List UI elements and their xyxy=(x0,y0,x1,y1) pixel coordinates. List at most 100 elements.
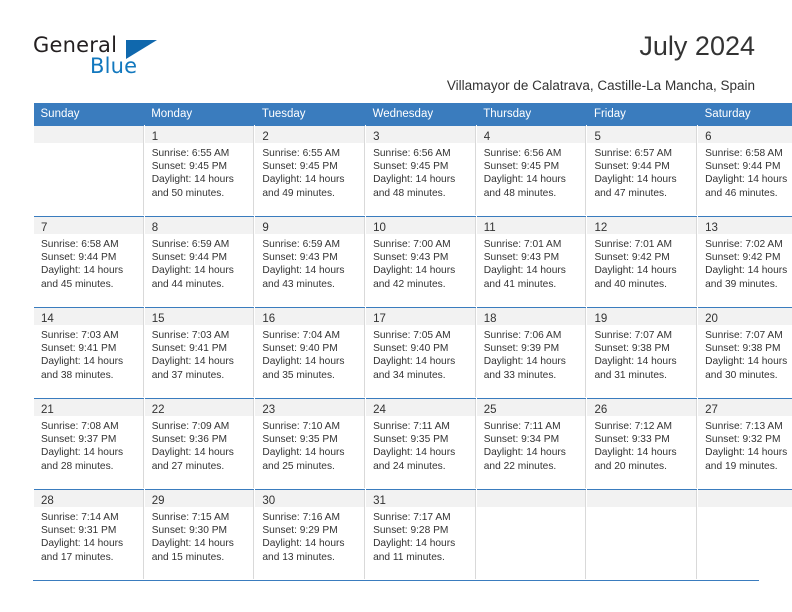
calendar-day-cell[interactable]: 10 Sunrise: 7:00 AM Sunset: 9:43 PM Dayligh… xyxy=(365,216,477,308)
day-detail-lines: Sunrise: 7:04 AM Sunset: 9:40 PM Daylight:… xyxy=(255,325,366,397)
calendar-day-cell[interactable]: 3 Sunrise: 6:56 AM Sunset: 9:45 PM Daylight… xyxy=(365,125,477,217)
calendar-day-cell[interactable]: 6 Sunrise: 6:58 AM Sunset: 9:44 PM Daylight… xyxy=(697,125,792,217)
weekday-header-tuesday: Tuesday xyxy=(254,103,366,126)
calendar-day-cell[interactable]: 25 Sunrise: 7:11 AM Sunset: 9:34 PM Dayligh… xyxy=(475,398,588,490)
calendar-day-cell[interactable]: 19 Sunrise: 7:07 AM Sunset: 9:38 PM Dayligh… xyxy=(586,307,699,399)
daylight-text: and 41 minutes. xyxy=(483,278,557,290)
day-number-band: 10 xyxy=(366,217,476,234)
calendar-day-cell[interactable]: 22 Sunrise: 7:09 AM Sunset: 9:36 PM Dayligh… xyxy=(143,398,256,490)
day-number-band: 26 xyxy=(587,399,698,416)
day-number: 20 xyxy=(705,313,718,325)
day-number: 15 xyxy=(151,313,165,325)
sunrise-text: Sunrise: 6:59 AM xyxy=(262,239,340,250)
day-number: 16 xyxy=(262,313,276,325)
day-number-band: 16 xyxy=(255,308,366,325)
sunset-text: Sunset: 9:38 PM xyxy=(705,343,781,355)
calendar-bottom-border xyxy=(33,580,759,581)
calendar-day-cell[interactable]: 21 Sunrise: 7:08 AM Sunset: 9:37 PM Dayligh… xyxy=(33,398,145,490)
sunrise-text: Sunrise: 7:11 AM xyxy=(373,421,450,432)
day-number-band: 9 xyxy=(255,217,366,234)
calendar-day-cell[interactable]: 17 Sunrise: 7:05 AM Sunset: 9:40 PM Dayligh… xyxy=(365,307,477,399)
daylight-text: Daylight: 14 hours xyxy=(483,447,566,459)
day-detail-lines: Sunrise: 7:17 AM Sunset: 9:28 PM Daylight:… xyxy=(366,507,476,579)
daylight-text: and 22 minutes. xyxy=(483,460,557,472)
day-number: 18 xyxy=(483,313,497,325)
calendar-day-cell[interactable]: 5 Sunrise: 6:57 AM Sunset: 9:44 PM Daylight… xyxy=(586,125,699,217)
daylight-text: and 34 minutes. xyxy=(373,369,446,381)
day-number-band: 28 xyxy=(34,490,144,507)
calendar-day-cell[interactable]: 18 Sunrise: 7:06 AM Sunset: 9:39 PM Dayligh… xyxy=(475,307,588,399)
day-number-band: 23 xyxy=(255,399,366,416)
day-number: 2 xyxy=(262,131,269,143)
daylight-text: and 37 minutes. xyxy=(151,369,225,381)
daylight-text: and 24 minutes. xyxy=(373,460,446,472)
calendar-day-cell-empty xyxy=(586,489,699,580)
weekday-header-monday: Monday xyxy=(144,103,255,126)
daylight-text: Daylight: 14 hours xyxy=(151,356,234,368)
daylight-text: and 44 minutes. xyxy=(151,278,225,290)
calendar-day-cell[interactable]: 7 Sunrise: 6:58 AM Sunset: 9:44 PM Daylight… xyxy=(33,216,145,308)
sunset-text: Sunset: 9:43 PM xyxy=(373,252,449,264)
calendar-day-cell[interactable]: 31 Sunrise: 7:17 AM Sunset: 9:28 PM Dayligh… xyxy=(365,489,477,580)
day-number-band: 17 xyxy=(366,308,476,325)
calendar-day-cell[interactable]: 8 Sunrise: 6:59 AM Sunset: 9:44 PM Daylight… xyxy=(143,216,256,308)
daylight-text: Daylight: 14 hours xyxy=(705,265,788,277)
daylight-text: and 33 minutes. xyxy=(483,369,557,381)
calendar-day-cell[interactable]: 12 Sunrise: 7:01 AM Sunset: 9:42 PM Dayligh… xyxy=(586,216,699,308)
calendar-day-cell[interactable]: 15 Sunrise: 7:03 AM Sunset: 9:41 PM Dayligh… xyxy=(143,307,256,399)
calendar-day-cell[interactable]: 23 Sunrise: 7:10 AM Sunset: 9:35 PM Dayligh… xyxy=(254,398,367,490)
daylight-text: Daylight: 14 hours xyxy=(373,265,456,277)
calendar-day-cell[interactable]: 9 Sunrise: 6:59 AM Sunset: 9:43 PM Daylight… xyxy=(254,216,367,308)
calendar-day-cell[interactable]: 24 Sunrise: 7:11 AM Sunset: 9:35 PM Dayligh… xyxy=(365,398,477,490)
day-number-band: 13 xyxy=(698,217,792,234)
sunset-text: Sunset: 9:37 PM xyxy=(41,434,117,446)
calendar-week-row: 21 Sunrise: 7:08 AM Sunset: 9:37 PM Dayligh… xyxy=(33,398,792,490)
daylight-text: Daylight: 14 hours xyxy=(594,174,677,186)
calendar-day-cell[interactable]: 27 Sunrise: 7:13 AM Sunset: 9:32 PM Dayligh… xyxy=(697,398,792,490)
sunset-text: Sunset: 9:35 PM xyxy=(373,434,449,446)
sunrise-text: Sunrise: 6:58 AM xyxy=(705,148,783,159)
weekday-header-thursday: Thursday xyxy=(476,103,587,126)
sunset-text: Sunset: 9:39 PM xyxy=(483,343,560,355)
day-number: 3 xyxy=(373,131,380,143)
day-number-band xyxy=(587,490,698,507)
calendar-day-cell[interactable]: 29 Sunrise: 7:15 AM Sunset: 9:30 PM Dayligh… xyxy=(143,489,256,580)
daylight-text: Daylight: 14 hours xyxy=(262,538,345,550)
calendar-day-cell-empty xyxy=(475,489,588,580)
day-number: 22 xyxy=(151,404,165,416)
calendar-day-cell[interactable]: 30 Sunrise: 7:16 AM Sunset: 9:29 PM Dayligh… xyxy=(254,489,367,580)
calendar-day-cell[interactable]: 4 Sunrise: 6:56 AM Sunset: 9:45 PM Daylight… xyxy=(475,125,588,217)
calendar-day-cell[interactable]: 26 Sunrise: 7:12 AM Sunset: 9:33 PM Dayligh… xyxy=(586,398,699,490)
calendar-day-cell[interactable]: 28 Sunrise: 7:14 AM Sunset: 9:31 PM Dayligh… xyxy=(33,489,145,580)
sunrise-text: Sunrise: 7:09 AM xyxy=(151,421,230,432)
daylight-text: and 46 minutes. xyxy=(705,187,778,199)
calendar-day-cell[interactable]: 11 Sunrise: 7:01 AM Sunset: 9:43 PM Dayligh… xyxy=(475,216,588,308)
day-number-band: 21 xyxy=(34,399,144,416)
page-header: General Blue July 2024 Villamayor de Cal… xyxy=(0,0,792,100)
calendar-day-cell[interactable]: 13 Sunrise: 7:02 AM Sunset: 9:42 PM Dayligh… xyxy=(697,216,792,308)
daylight-text: and 13 minutes. xyxy=(262,551,335,563)
calendar-day-cell[interactable]: 16 Sunrise: 7:04 AM Sunset: 9:40 PM Dayligh… xyxy=(254,307,367,399)
calendar-day-cell-empty xyxy=(33,125,145,217)
sunset-text: Sunset: 9:44 PM xyxy=(594,161,670,173)
brand-logo: General Blue xyxy=(33,33,213,81)
calendar-grid: Sunday Monday Tuesday Wednesday Thursday Frid… xyxy=(33,103,792,581)
sunset-text: Sunset: 9:29 PM xyxy=(262,525,338,537)
sunset-text: Sunset: 9:30 PM xyxy=(151,525,228,537)
calendar-day-cell[interactable]: 1 Sunrise: 6:55 AM Sunset: 9:45 PM Daylight… xyxy=(143,125,256,217)
sunrise-text: Sunrise: 7:00 AM xyxy=(373,239,451,250)
calendar-day-cell[interactable]: 2 Sunrise: 6:55 AM Sunset: 9:45 PM Daylight… xyxy=(254,125,367,217)
day-number: 17 xyxy=(373,313,386,325)
daylight-text: Daylight: 14 hours xyxy=(151,174,234,186)
sunrise-text: Sunrise: 7:02 AM xyxy=(705,239,783,250)
day-number: 23 xyxy=(262,404,276,416)
day-number-band: 19 xyxy=(587,308,698,325)
sunset-text: Sunset: 9:42 PM xyxy=(594,252,670,264)
daylight-text: and 49 minutes. xyxy=(262,187,335,199)
calendar-day-cell[interactable]: 20 Sunrise: 7:07 AM Sunset: 9:38 PM Dayligh… xyxy=(697,307,792,399)
day-detail-lines: Sunrise: 7:03 AM Sunset: 9:41 PM Daylight:… xyxy=(34,325,144,397)
day-number: 24 xyxy=(373,404,386,416)
day-detail-lines: Sunrise: 7:01 AM Sunset: 9:42 PM Daylight:… xyxy=(587,234,698,306)
sunrise-text: Sunrise: 7:05 AM xyxy=(373,330,451,341)
calendar-day-cell[interactable]: 14 Sunrise: 7:03 AM Sunset: 9:41 PM Dayligh… xyxy=(33,307,145,399)
